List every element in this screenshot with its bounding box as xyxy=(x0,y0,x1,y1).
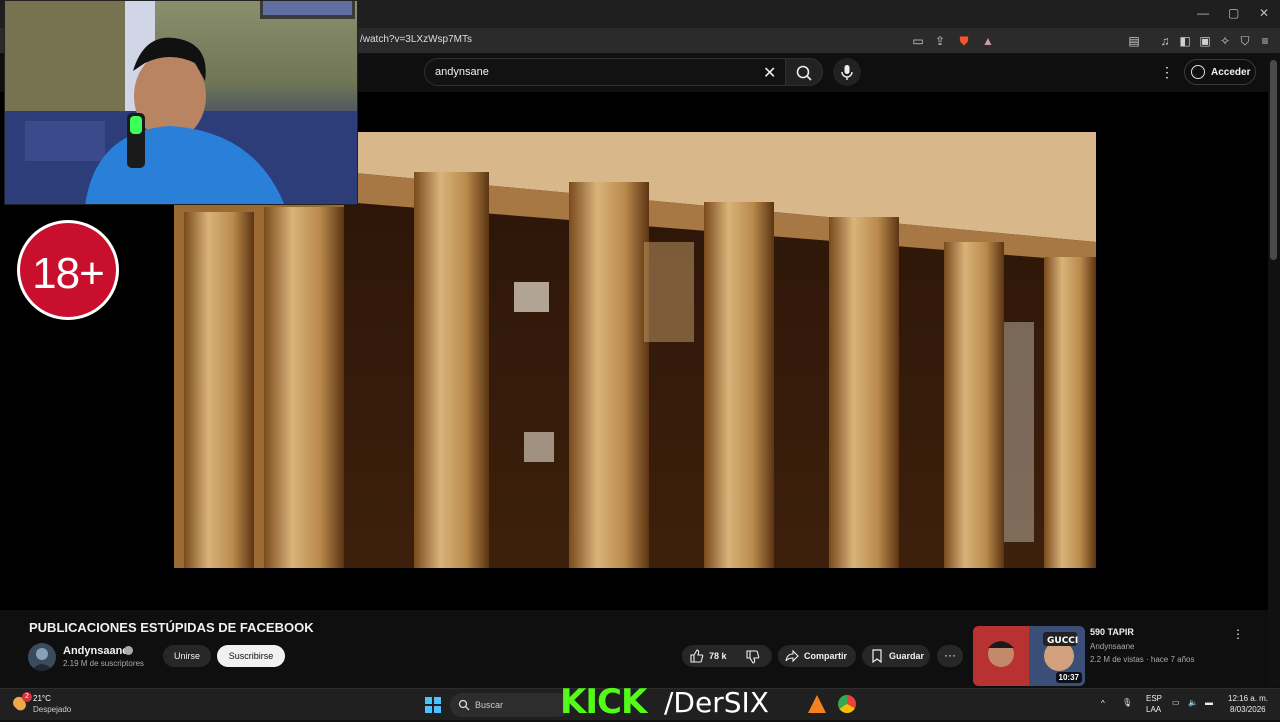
clear-search-icon[interactable]: ✕ xyxy=(763,63,776,83)
recommended-channel-name[interactable]: Andynsaane xyxy=(1090,642,1134,651)
clock-date[interactable]: 8/03/2026 xyxy=(1230,705,1266,714)
bookmark-icon xyxy=(872,649,882,663)
search-input[interactable]: andynsane ✕ xyxy=(424,58,786,86)
recommended-video-thumbnail[interactable]: GUCCI 10:37 xyxy=(973,626,1085,686)
share-page-icon[interactable]: ⇪ xyxy=(932,33,948,49)
recommended-video-title[interactable]: 590 TAPIR xyxy=(1090,627,1134,637)
clock-time[interactable]: 12:16 a. m. xyxy=(1228,694,1268,703)
reader-icon[interactable]: ▤ xyxy=(1126,33,1142,49)
cast-icon[interactable]: ▭ xyxy=(910,33,926,49)
mic-tray-icon[interactable]: 🎙 xyxy=(1122,698,1132,707)
save-label: Guardar xyxy=(889,651,925,661)
webcam-overlay xyxy=(4,0,358,205)
kick-logo-text: KICK xyxy=(560,682,647,722)
vpn-icon[interactable]: ⛉ xyxy=(1237,33,1253,49)
subscribe-button[interactable]: Suscribirse xyxy=(217,645,285,667)
recommended-video-meta: 2.2 M de vistas · hace 7 años xyxy=(1090,655,1195,664)
kick-stream-overlay: KICK /DerSIX xyxy=(560,684,796,720)
keyboard-layout[interactable]: LAA xyxy=(1146,705,1161,714)
scrollbar-thumb[interactable] xyxy=(1270,60,1277,260)
kebab-menu-icon[interactable]: ⋮ xyxy=(1160,64,1174,81)
channel-name[interactable]: Andynsaane xyxy=(63,645,128,657)
brave-shield-icon[interactable]: ⛊ xyxy=(956,33,972,49)
language-code[interactable]: ESP xyxy=(1146,694,1162,703)
kick-handle-text: /DerSIX xyxy=(664,686,769,719)
search-query-text: andynsane xyxy=(435,66,489,78)
page-scrollbar[interactable] xyxy=(1268,54,1280,686)
age-badge-text: 18+ xyxy=(32,249,105,298)
like-icon[interactable] xyxy=(690,649,704,663)
menu-icon[interactable]: ≡ xyxy=(1257,33,1273,49)
subscriber-count: 2.19 M de suscriptores xyxy=(63,659,144,668)
signin-button[interactable]: Acceder xyxy=(1184,59,1256,85)
recommendation-menu-icon[interactable]: ⋮ xyxy=(1232,627,1244,641)
age-restriction-badge: 18+ xyxy=(17,220,119,320)
close-window-icon[interactable]: ✕ xyxy=(1259,6,1269,20)
url-field[interactable]: /watch?v=3LXzWsp7MTs xyxy=(360,34,472,45)
tray-overflow-icon[interactable]: ^ xyxy=(1101,699,1105,708)
share-label: Compartir xyxy=(804,651,848,661)
start-button[interactable] xyxy=(425,697,441,713)
channel-avatar[interactable] xyxy=(28,643,56,671)
music-icon[interactable]: ♫ xyxy=(1157,33,1173,49)
minimize-icon[interactable]: — xyxy=(1197,6,1209,20)
network-icon[interactable]: ▭ xyxy=(1172,698,1180,707)
video-title: PUBLICACIONES ESTÚPIDAS DE FACEBOOK xyxy=(29,620,314,635)
microphone-icon xyxy=(841,65,853,80)
video-duration: 10:37 xyxy=(1055,672,1082,683)
voice-search-button[interactable] xyxy=(833,58,861,86)
rewards-icon[interactable]: ▲ xyxy=(980,33,996,49)
search-button[interactable] xyxy=(785,58,823,86)
save-button[interactable]: Guardar xyxy=(862,645,930,667)
signin-label: Acceder xyxy=(1211,67,1251,78)
share-icon xyxy=(785,649,799,663)
chrome-icon[interactable] xyxy=(838,695,856,713)
maximize-icon[interactable]: ▢ xyxy=(1228,6,1239,20)
streamer-webcam-image xyxy=(5,1,357,204)
weather-badge: 2 xyxy=(22,692,32,702)
wallet-icon[interactable]: ▣ xyxy=(1197,33,1213,49)
taskbar-search-label: Buscar xyxy=(475,700,504,710)
app-a-icon[interactable] xyxy=(808,695,826,713)
account-icon xyxy=(1191,65,1205,79)
weather-description: Despejado xyxy=(33,705,72,714)
verified-icon xyxy=(124,646,133,655)
sidebar-icon[interactable]: ◧ xyxy=(1177,33,1193,49)
join-button[interactable]: Unirse xyxy=(163,645,211,667)
svg-text:GUCCI: GUCCI xyxy=(1047,636,1078,646)
taskbar-search[interactable]: Buscar xyxy=(450,693,570,717)
search-icon xyxy=(458,699,470,711)
volume-icon[interactable]: 🔈 xyxy=(1188,698,1198,707)
more-actions-button[interactable]: ··· xyxy=(937,645,963,667)
share-button[interactable]: Compartir xyxy=(778,645,856,667)
leo-ai-icon[interactable]: ✧ xyxy=(1217,33,1233,49)
search-icon xyxy=(796,65,812,81)
like-dislike-group: 78 k xyxy=(682,645,772,667)
weather-temperature[interactable]: 21°C xyxy=(33,694,51,703)
dislike-icon[interactable] xyxy=(746,650,760,664)
battery-icon[interactable]: ▬ xyxy=(1205,698,1213,707)
like-count[interactable]: 78 k xyxy=(709,651,727,661)
